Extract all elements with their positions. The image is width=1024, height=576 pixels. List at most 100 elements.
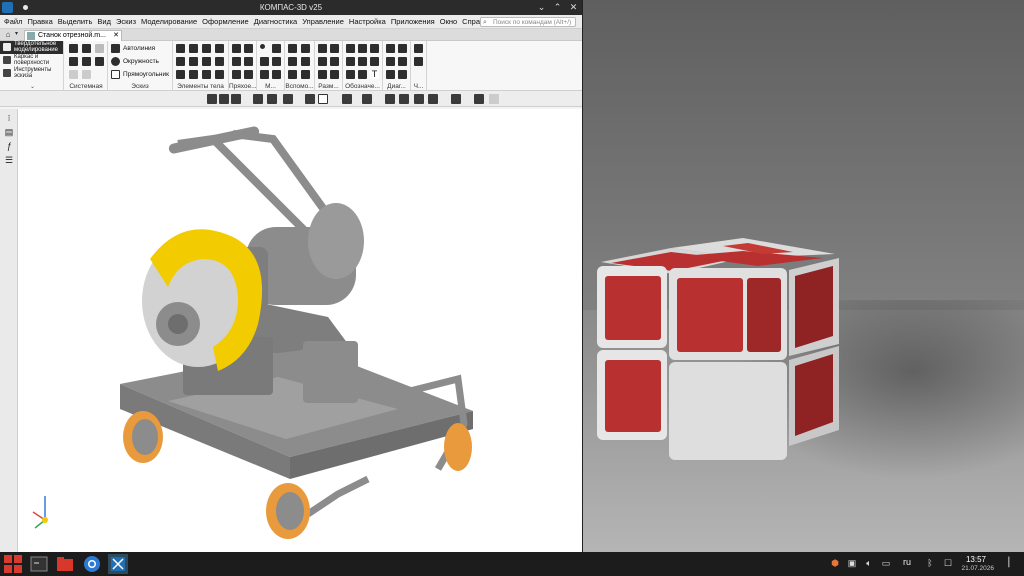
polyline-icon[interactable] [111,44,120,53]
tree-icon[interactable]: ⁝ [4,113,14,123]
fillet-icon[interactable] [176,70,185,79]
aux-cs-icon[interactable] [301,57,310,66]
toolbar-set-surfaces[interactable]: Каркас и поверхности [0,54,63,67]
weld-icon[interactable] [370,57,379,66]
linear-dim-icon[interactable] [318,44,327,53]
file-manager-icon[interactable] [55,554,75,574]
auto-dim-icon[interactable] [318,70,327,79]
pan-icon[interactable] [253,94,263,104]
command-search-input[interactable]: ⌕ Поиск по командам (Alt+/) [480,17,576,27]
cut-revolve-icon[interactable] [189,57,198,66]
spline-icon[interactable] [260,70,269,79]
grid-points-icon[interactable] [272,44,281,53]
loft-icon[interactable] [202,44,211,53]
notifications-icon[interactable]: ☐ [942,557,954,569]
orientation-icon[interactable] [283,94,293,104]
keyboard-layout[interactable]: ru [903,557,911,567]
arrow-view-icon[interactable] [358,70,367,79]
menu-design[interactable]: Оформление [202,17,249,26]
kompas-task-icon[interactable] [108,554,128,574]
redo-icon[interactable] [82,70,91,79]
display-settings-icon[interactable] [428,94,438,104]
table-icon[interactable] [346,70,355,79]
document-tab[interactable]: Станок отрезной.m... ✕ [24,30,122,41]
export-icon[interactable] [95,57,104,66]
new-doc-icon[interactable] [69,44,78,53]
toolbar-set-solid[interactable]: Твердотельное моделирование [0,41,63,54]
pencil-icon[interactable] [489,94,499,104]
leader-icon[interactable] [346,57,355,66]
compare-icon[interactable] [398,70,407,79]
mirror-icon[interactable] [244,44,253,53]
menu-sketch[interactable]: Эскиз [116,17,136,26]
close-tab-icon[interactable]: ✕ [113,31,119,41]
cut-extrude-icon[interactable] [176,57,185,66]
section-view-icon[interactable] [362,94,372,104]
open-folder-icon[interactable] [82,44,91,53]
view-icon[interactable] [414,57,423,66]
measure-icon[interactable] [386,44,395,53]
clock-time[interactable]: 13:57 [966,555,986,564]
text-icon[interactable]: T [370,70,379,79]
zoom-fit-icon[interactable] [207,94,217,104]
radius-dim-icon[interactable] [318,57,327,66]
menu-window[interactable]: Окно [440,17,457,26]
menu-apps[interactable]: Приложения [391,17,435,26]
rectangle-icon[interactable] [111,70,120,79]
menu-modeling[interactable]: Моделирование [141,17,197,26]
collision-icon[interactable] [398,57,407,66]
shading-icon[interactable] [305,94,315,104]
bluetooth-icon[interactable]: ᛒ [924,557,936,569]
menu-settings[interactable]: Настройка [349,17,386,26]
save-icon[interactable] [95,44,104,53]
menu-select[interactable]: Выделить [58,17,93,26]
cube-view-icon[interactable] [399,94,409,104]
array-curve-icon[interactable] [232,57,241,66]
model-viewport[interactable] [18,109,582,552]
circle-label[interactable]: Окружность [123,58,159,65]
print-icon[interactable] [69,57,78,66]
helix-icon[interactable] [272,70,281,79]
aux-curve-icon[interactable] [288,70,297,79]
point-icon[interactable] [260,44,265,49]
menu-file[interactable]: Файл [4,17,22,26]
mark-icon[interactable] [358,57,367,66]
array-point-icon[interactable] [244,70,253,79]
filter-icon[interactable] [451,94,461,104]
chevron-down-icon[interactable]: ⌄ [30,83,35,90]
plane-icon[interactable] [272,57,281,66]
rectangle-label[interactable]: Прямоугольник [123,71,169,78]
extrude-icon[interactable] [176,44,185,53]
hide-icon[interactable] [342,94,352,104]
display-mode-icon[interactable] [318,94,328,104]
network-icon[interactable]: ▭ [880,557,892,569]
rib-icon[interactable] [215,57,224,66]
aux-surface-icon[interactable] [301,70,310,79]
menu-diagnostics[interactable]: Диагностика [254,17,297,26]
zoom-icon[interactable] [231,94,241,104]
circle-icon[interactable] [111,57,120,66]
aux-axis-icon[interactable] [301,44,310,53]
array-icon[interactable] [232,44,241,53]
layers-panel-icon[interactable]: ☰ [4,155,14,165]
terminal-icon[interactable] [29,554,49,574]
array-grid-icon[interactable] [232,70,241,79]
aux-point-icon[interactable] [288,57,297,66]
mass-icon[interactable] [398,44,407,53]
check-icon[interactable] [386,57,395,66]
properties-panel-icon[interactable]: ▤ [4,127,14,137]
undo-icon[interactable] [69,70,78,79]
chain-dim-icon[interactable] [330,70,339,79]
toolbar-set-sketch-tools[interactable]: Инструменты эскиза [0,67,63,80]
zoom-window-icon[interactable] [219,94,229,104]
chevron-down-icon[interactable]: ▾ [15,30,18,37]
variables-icon[interactable]: ƒ [4,141,14,151]
menu-edit[interactable]: Правка [27,17,52,26]
array-circle-icon[interactable] [244,57,253,66]
diameter-dim-icon[interactable] [330,57,339,66]
shell-icon[interactable] [202,70,211,79]
sweep-icon[interactable] [215,44,224,53]
close-icon[interactable]: ✕ [568,2,579,13]
axis-icon[interactable] [260,57,269,66]
tolerance-icon[interactable] [370,44,379,53]
